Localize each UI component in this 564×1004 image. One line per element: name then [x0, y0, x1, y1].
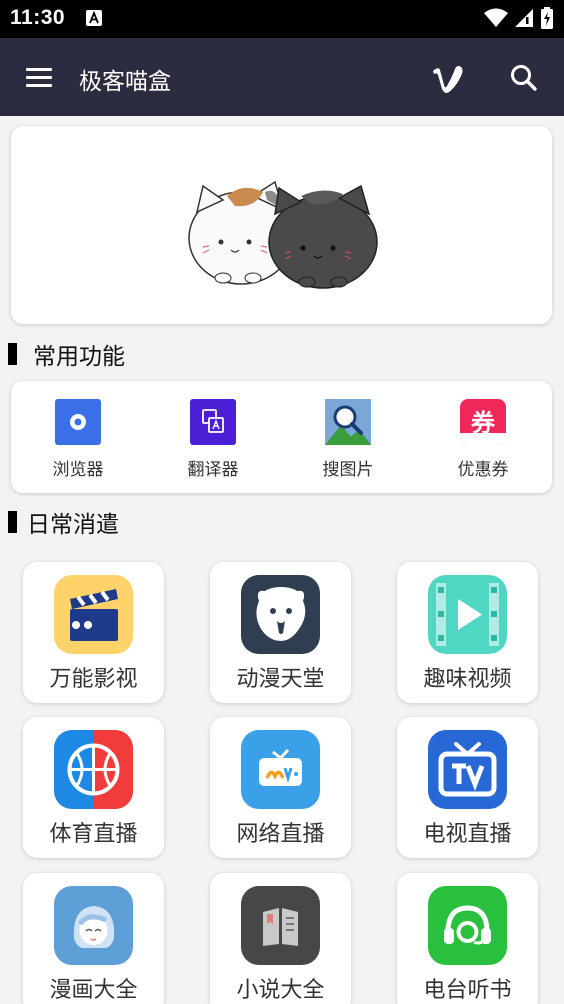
- app-tile-online-live[interactable]: 网络直播: [210, 717, 351, 858]
- image-search-icon: [325, 399, 371, 445]
- app-tile-movies[interactable]: 万能影视: [23, 562, 164, 703]
- section-marker: [8, 511, 17, 533]
- anime-bear-icon: [241, 575, 320, 654]
- tv-icon: [428, 730, 507, 809]
- app-bar: 极客喵盒: [0, 38, 564, 116]
- headphones-icon: [428, 886, 507, 965]
- app-tile-comics[interactable]: 漫画大全: [23, 873, 164, 1004]
- app-tile-radio-audiobooks[interactable]: 电台听书: [397, 873, 538, 1004]
- battery-icon: [540, 7, 554, 33]
- signal-icon: [514, 8, 534, 32]
- coupon-icon: 券: [460, 399, 506, 445]
- book-icon: [241, 886, 320, 965]
- translate-icon: [190, 399, 236, 445]
- video-play-icon: [428, 575, 507, 654]
- app-label: 电视直播: [423, 822, 512, 847]
- search-button[interactable]: [506, 60, 542, 96]
- vimeo-button[interactable]: [428, 58, 468, 98]
- browser-icon: [55, 399, 101, 445]
- section-common-header: 常用功能: [8, 339, 125, 370]
- app-tile-novels[interactable]: 小说大全: [210, 873, 351, 1004]
- app-tile-fun-videos[interactable]: 趣味视频: [397, 562, 538, 703]
- search-icon: [511, 65, 537, 91]
- app-tile-sports-live[interactable]: 体育直播: [23, 717, 164, 858]
- app-label: 趣味视频: [423, 667, 512, 692]
- app-label: 电台听书: [423, 978, 512, 1003]
- tool-label: 搜图片: [322, 460, 374, 480]
- manga-girl-icon: [54, 886, 133, 965]
- vimeo-icon: [433, 65, 463, 93]
- app-label: 小说大全: [236, 978, 325, 1003]
- menu-button[interactable]: [18, 60, 58, 94]
- tool-label: 优惠券: [457, 460, 509, 480]
- app-tile-tv-live[interactable]: 电视直播: [397, 717, 538, 858]
- section-title: 常用功能: [33, 344, 125, 370]
- notification-a-icon: [86, 10, 102, 26]
- tools-card: 浏览器 翻译器 搜图片 券 优惠券: [11, 381, 552, 493]
- section-marker: [8, 343, 17, 365]
- status-bar: 11:30: [0, 0, 564, 38]
- cats-illustration-icon: [188, 180, 378, 289]
- clapperboard-icon: [54, 575, 133, 654]
- app-label: 万能影视: [49, 667, 138, 692]
- status-time: 11:30: [10, 6, 66, 29]
- tool-browser[interactable]: 浏览器: [33, 399, 123, 480]
- app-label: 漫画大全: [49, 978, 138, 1003]
- app-label: 体育直播: [49, 822, 138, 847]
- live-tv-icon: [241, 730, 320, 809]
- app-label: 动漫天堂: [236, 667, 325, 692]
- tool-label: 浏览器: [52, 460, 104, 480]
- tool-label: 翻译器: [187, 460, 239, 480]
- basketball-icon: [54, 730, 133, 809]
- wifi-icon: [484, 8, 508, 32]
- section-title: 日常消遣: [27, 512, 119, 538]
- app-tile-anime[interactable]: 动漫天堂: [210, 562, 351, 703]
- tool-coupon[interactable]: 券 优惠券: [438, 399, 528, 480]
- page-title: 极客喵盒: [79, 69, 171, 95]
- section-daily-header: 日常消遣: [8, 507, 119, 538]
- tool-translate[interactable]: 翻译器: [168, 399, 258, 480]
- tool-image-search[interactable]: 搜图片: [303, 399, 393, 480]
- banner[interactable]: [11, 126, 552, 324]
- app-label: 网络直播: [236, 822, 325, 847]
